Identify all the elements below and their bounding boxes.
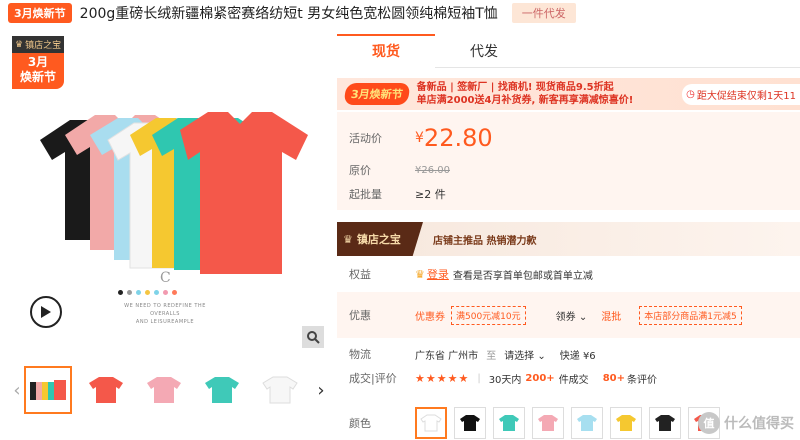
zoom-button[interactable] (302, 326, 324, 348)
treasure-text: 店铺主推品 热销潜力款 (433, 235, 537, 247)
color-swatch-black-2[interactable] (649, 407, 681, 439)
original-price-label: 原价 (349, 164, 371, 177)
color-swatch-pink[interactable] (532, 407, 564, 439)
purchase-mode-tabs: 现货 代发 (337, 34, 800, 68)
crown-icon: ♛ (415, 267, 425, 281)
color-swatch-white[interactable] (415, 407, 447, 439)
brand-mark: C (160, 270, 171, 286)
store-discount-tag[interactable]: 本店部分商品满1元减5 (639, 305, 742, 325)
min-order-label: 起批量 (349, 188, 382, 201)
benefits-row: 权益 ♛ 登录 查看是否享首单包邮或首单立减 (337, 260, 800, 288)
reviews-count[interactable]: 80+ (603, 373, 625, 384)
promo-tag: 3月焕新节 (343, 83, 411, 105)
slogan: WE NEED TO REDEFINE THE OVERALLS AND LEI… (124, 303, 206, 325)
color-swatch-teal[interactable] (493, 407, 525, 439)
coupon-label: 优惠券 (415, 311, 445, 323)
color-swatch-yellow[interactable] (610, 407, 642, 439)
promo-banner[interactable]: 3月焕新节 备新品 | 签新厂 | 找商机! 现货商品9.5折起 单店满2000… (337, 78, 800, 110)
tshirt-stack-image (40, 112, 308, 274)
benefits-text: 查看是否享首单包邮或首单立减 (452, 270, 593, 282)
watermark-circle: 值 (698, 412, 720, 434)
original-price: ¥26.00 (415, 164, 450, 176)
promo-countdown: 距大促结束仅剩1天11 (696, 90, 796, 102)
logistics-to: 至 (486, 350, 497, 362)
treasure-logo-text: 镇店之宝 (356, 233, 401, 246)
thumbnail-pink[interactable] (140, 366, 188, 414)
deals-row: 成交|评价 ★★★★★ | 30天内 200+ 件成交 80+ 条评价 (349, 371, 657, 386)
chevron-down-icon: ⌄ (537, 350, 546, 362)
logistics-row: 物流 广东省 广州市 至 请选择 ⌄ 快递 ¥6 (337, 344, 800, 364)
festival-tag: 3月焕新节 (8, 3, 72, 23)
clock-icon: ◷ (686, 88, 695, 100)
next-thumb-arrow[interactable]: › (314, 380, 328, 401)
tab-dropship[interactable]: 代发 (435, 34, 533, 68)
magnifier-icon (307, 331, 320, 344)
deals-count: 200+ (525, 372, 555, 384)
prev-thumb-arrow[interactable]: ‹ (10, 380, 24, 401)
chevron-down-icon: ⌄ (578, 311, 588, 323)
color-label: 颜色 (349, 417, 371, 430)
dropship-badge: 一件代发 (511, 3, 576, 23)
deals-count-suffix: 件成交 (558, 374, 589, 386)
active-price: 22.80 (423, 124, 493, 152)
store-badge-line2: 焕新节 (19, 70, 56, 84)
store-badge-top: 镇店之宝 (25, 41, 62, 51)
deals-label: 成交|评价 (349, 372, 397, 385)
currency-symbol: ¥ (415, 130, 424, 146)
main-product-image[interactable] (30, 90, 320, 280)
offers-row: 优惠 优惠券 满500元减10元 领券 ⌄ 混批 本店部分商品满1元减5 (337, 292, 800, 338)
active-price-label: 活动价 (349, 132, 382, 145)
tab-spot[interactable]: 现货 (337, 34, 435, 68)
destination-select[interactable]: 请选择 ⌄ (504, 347, 546, 362)
color-swatch-black[interactable] (454, 407, 486, 439)
express-fee: 快递 ¥6 (559, 350, 596, 362)
store-treasure-bar: ♛ 镇店之宝 店铺主推品 热销潜力款 (337, 222, 800, 256)
logistics-origin: 广东省 广州市 (415, 350, 479, 362)
thumbnail-white[interactable] (256, 366, 304, 414)
thumbnail-strip: ‹ › (10, 362, 330, 418)
get-coupon-dropdown[interactable]: 领券 ⌄ (556, 308, 588, 323)
play-video-button[interactable] (30, 296, 62, 328)
deals-period: 30天内 (488, 374, 522, 386)
color-swatch-lightblue[interactable] (571, 407, 603, 439)
logistics-label: 物流 (349, 348, 371, 361)
benefits-label: 权益 (349, 268, 371, 281)
crown-icon: ♛ (15, 39, 24, 50)
title-bar: 3月焕新节 200g重磅长绒新疆棉紧密赛络纺短t 男女纯色宽松圆领纯棉短袖T恤 … (0, 0, 800, 26)
product-info-panel: 现货 代发 3月焕新节 备新品 | 签新厂 | 找商机! 现货商品9.5折起 单… (337, 30, 800, 440)
min-order-value: ≥2 件 (415, 188, 446, 201)
color-dots (118, 290, 177, 295)
watermark: 值 什么值得买 (698, 412, 794, 434)
thumbnail-red[interactable] (82, 366, 130, 414)
mixed-batch-label: 混批 (601, 311, 622, 323)
product-gallery: ♛镇店之宝 3月 焕新节 C WE NEED TO REDEFINE THE (0, 30, 335, 440)
store-badge-line1: 3月 (27, 55, 49, 69)
coupon-tag[interactable]: 满500元减10元 (451, 305, 526, 325)
play-icon (41, 306, 51, 318)
reviews-suffix: 条评价 (626, 374, 657, 386)
promo-line1: 备新品 | 签新厂 | 找商机! 现货商品9.5折起 (416, 82, 614, 93)
crown-icon: ♛ (343, 232, 353, 246)
store-badge: ♛ 镇店之宝 3月 焕新节 (12, 36, 64, 89)
price-area: 活动价 ¥ 22.80 原价 ¥26.00 起批量 ≥2 件 (337, 112, 800, 210)
watermark-text: 什么值得买 (724, 416, 794, 432)
rating-stars: ★★★★★ (415, 371, 470, 385)
login-link[interactable]: ♛ 登录 (415, 266, 449, 282)
thumbnail-multi[interactable] (24, 366, 72, 414)
product-title: 200g重磅长绒新疆棉紧密赛络纺短t 男女纯色宽松圆领纯棉短袖T恤 (79, 6, 498, 22)
thumbnail-teal[interactable] (198, 366, 246, 414)
offers-label: 优惠 (349, 309, 371, 322)
promo-line2: 单店满2000送4月补货券, 新客再享满减惊喜价! (416, 95, 634, 106)
